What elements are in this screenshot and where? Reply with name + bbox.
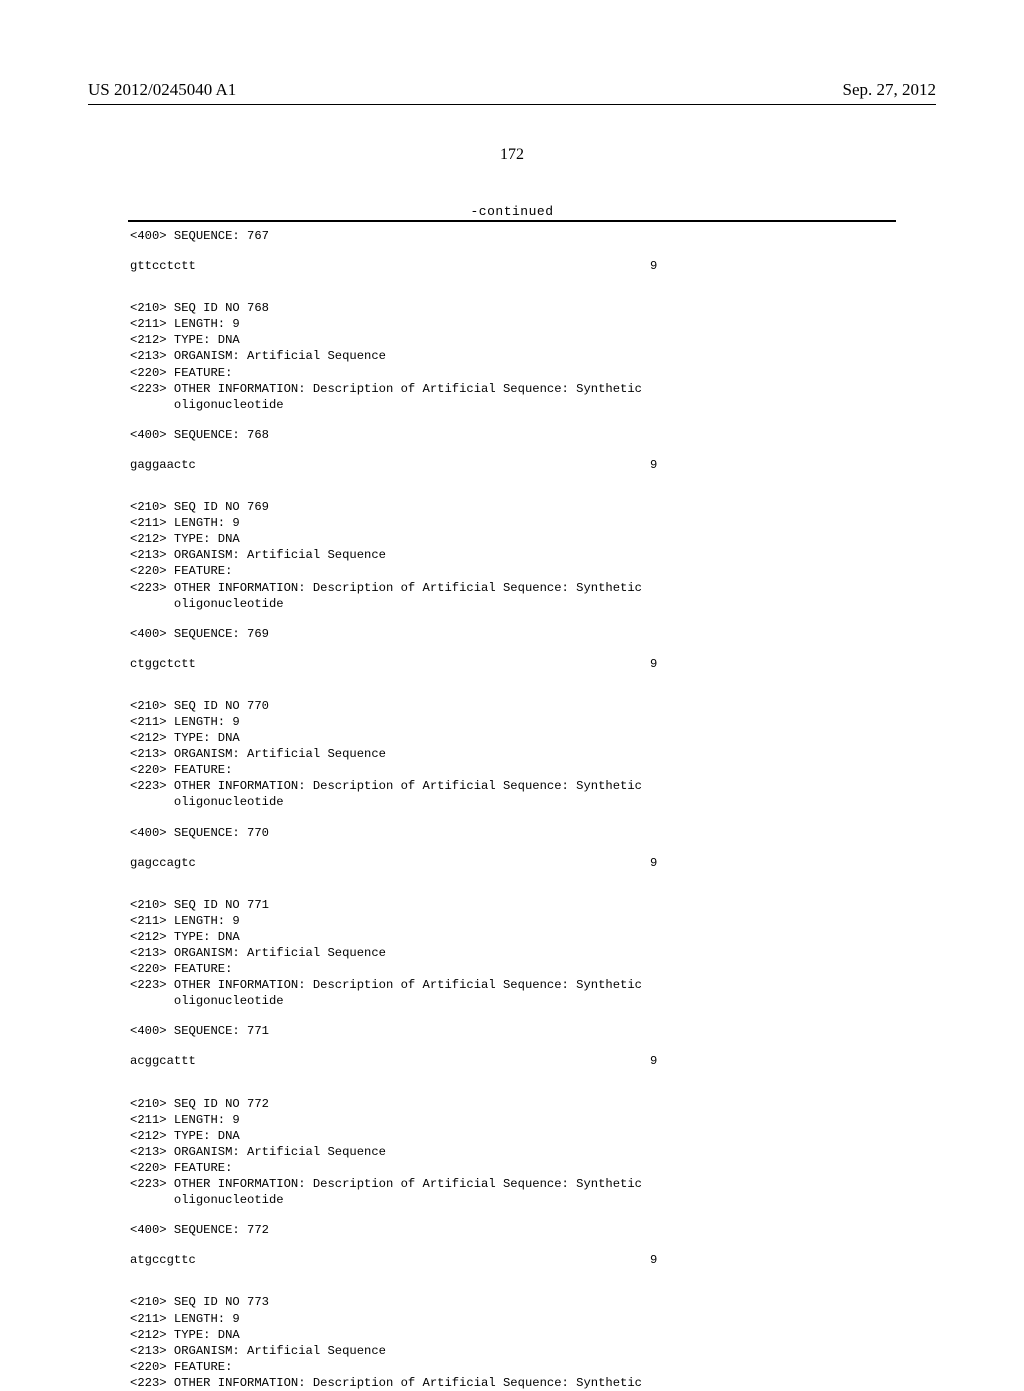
- listing-line: <211> LENGTH: 9: [130, 913, 894, 929]
- sequence-length: 9: [650, 1053, 657, 1069]
- listing-line: <210> SEQ ID NO 770: [130, 698, 894, 714]
- listing-gap: [130, 443, 894, 457]
- sequence-line: acggcattt 9: [130, 1053, 894, 1069]
- listing-line: <400> SEQUENCE: 771: [130, 1023, 894, 1039]
- listing-gap: [130, 1009, 894, 1023]
- listing-line: <210> SEQ ID NO 768: [130, 300, 894, 316]
- listing-line: <213> ORGANISM: Artificial Sequence: [130, 746, 894, 762]
- listing-line: <220> FEATURE:: [130, 762, 894, 778]
- listing-line: <223> OTHER INFORMATION: Description of …: [130, 580, 894, 596]
- listing-line: <220> FEATURE:: [130, 1359, 894, 1375]
- listing-line: <211> LENGTH: 9: [130, 714, 894, 730]
- sequence-length: 9: [650, 457, 657, 473]
- listing-gap: [130, 811, 894, 825]
- listing-line: <223> OTHER INFORMATION: Description of …: [130, 977, 894, 993]
- listing-gap: [130, 1208, 894, 1222]
- listing-gap: [130, 473, 894, 499]
- listing-line: <223> OTHER INFORMATION: Description of …: [130, 381, 894, 397]
- sequence-line: atgccgttc 9: [130, 1252, 894, 1268]
- listing-line: oligonucleotide: [130, 794, 894, 810]
- listing-gap: [130, 871, 894, 897]
- listing-line: <210> SEQ ID NO 769: [130, 499, 894, 515]
- listing-gap: [130, 413, 894, 427]
- publication-date: Sep. 27, 2012: [843, 80, 937, 100]
- header-rule: [88, 104, 936, 105]
- sequence-text: gagccagtc: [130, 856, 196, 870]
- listing-line: <210> SEQ ID NO 771: [130, 897, 894, 913]
- listing-gap: [130, 672, 894, 698]
- listing-line: <220> FEATURE:: [130, 365, 894, 381]
- listing-line: <210> SEQ ID NO 773: [130, 1294, 894, 1310]
- listing-line: <213> ORGANISM: Artificial Sequence: [130, 1144, 894, 1160]
- listing-gap: [130, 1268, 894, 1294]
- listing-line: <400> SEQUENCE: 772: [130, 1222, 894, 1238]
- listing-line: <220> FEATURE:: [130, 563, 894, 579]
- listing-line: <400> SEQUENCE: 769: [130, 626, 894, 642]
- listing-gap: [130, 1238, 894, 1252]
- listing-line: <223> OTHER INFORMATION: Description of …: [130, 778, 894, 794]
- sequence-length: 9: [650, 855, 657, 871]
- listing-top-rule: [128, 220, 896, 222]
- sequence-line: gaggaactc 9: [130, 457, 894, 473]
- sequence-line: ctggctctt 9: [130, 656, 894, 672]
- listing-line: <213> ORGANISM: Artificial Sequence: [130, 945, 894, 961]
- sequence-length: 9: [650, 258, 657, 274]
- listing-line: <211> LENGTH: 9: [130, 1311, 894, 1327]
- listing-gap: [130, 841, 894, 855]
- sequence-text: ctggctctt: [130, 657, 196, 671]
- sequence-text: gaggaactc: [130, 458, 196, 472]
- listing-line: <212> TYPE: DNA: [130, 1327, 894, 1343]
- listing-line: <400> SEQUENCE: 768: [130, 427, 894, 443]
- sequence-length: 9: [650, 1252, 657, 1268]
- listing-line: oligonucleotide: [130, 1192, 894, 1208]
- listing-gap: [130, 1039, 894, 1053]
- listing-line: <211> LENGTH: 9: [130, 1112, 894, 1128]
- listing-line: <213> ORGANISM: Artificial Sequence: [130, 348, 894, 364]
- listing-line: <211> LENGTH: 9: [130, 515, 894, 531]
- sequence-text: acggcattt: [130, 1054, 196, 1068]
- publication-number: US 2012/0245040 A1: [88, 80, 236, 100]
- listing-line: <223> OTHER INFORMATION: Description of …: [130, 1375, 894, 1391]
- listing-line: <212> TYPE: DNA: [130, 1128, 894, 1144]
- listing-gap: [130, 642, 894, 656]
- listing-line: <212> TYPE: DNA: [130, 531, 894, 547]
- listing-line: <223> OTHER INFORMATION: Description of …: [130, 1176, 894, 1192]
- listing-line: oligonucleotide: [130, 397, 894, 413]
- sequence-line: gagccagtc 9: [130, 855, 894, 871]
- listing-gap: [130, 1070, 894, 1096]
- listing-line: <211> LENGTH: 9: [130, 316, 894, 332]
- listing-line: oligonucleotide: [130, 596, 894, 612]
- listing-line: <213> ORGANISM: Artificial Sequence: [130, 547, 894, 563]
- sequence-text: atgccgttc: [130, 1253, 196, 1267]
- listing-line: <213> ORGANISM: Artificial Sequence: [130, 1343, 894, 1359]
- listing-line: <400> SEQUENCE: 767: [130, 228, 894, 244]
- sequence-listing: <400> SEQUENCE: 767 gttcctctt 9 <210> SEQ I…: [130, 228, 894, 1391]
- continued-label: -continued: [0, 204, 1024, 219]
- listing-line: <212> TYPE: DNA: [130, 929, 894, 945]
- listing-line: <212> TYPE: DNA: [130, 730, 894, 746]
- sequence-length: 9: [650, 656, 657, 672]
- listing-line: <220> FEATURE:: [130, 1160, 894, 1176]
- page-number: 172: [0, 146, 1024, 164]
- listing-gap: [130, 274, 894, 300]
- listing-line: <212> TYPE: DNA: [130, 332, 894, 348]
- sequence-text: gttcctctt: [130, 259, 196, 273]
- listing-line: oligonucleotide: [130, 993, 894, 1009]
- listing-line: <220> FEATURE:: [130, 961, 894, 977]
- listing-line: <400> SEQUENCE: 770: [130, 825, 894, 841]
- sequence-line: gttcctctt 9: [130, 258, 894, 274]
- listing-gap: [130, 244, 894, 258]
- listing-line: <210> SEQ ID NO 772: [130, 1096, 894, 1112]
- listing-gap: [130, 612, 894, 626]
